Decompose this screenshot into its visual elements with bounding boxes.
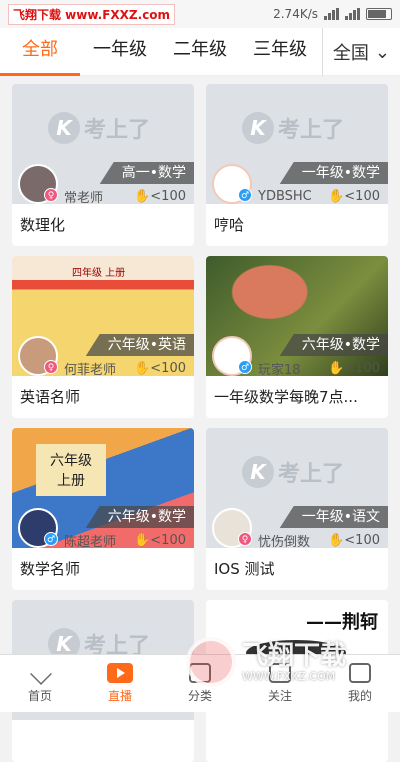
teacher-name: 何菲老师	[64, 362, 117, 378]
card-title: 哼哈	[214, 216, 245, 234]
view-count: ✋<100	[134, 360, 186, 376]
placeholder-logo: K 考上了	[48, 112, 150, 144]
live-card[interactable]: K 考上了 一年级•数学 ♂ YDBSHC ✋<100 哼哈	[206, 84, 388, 246]
view-count: ✋<100	[328, 532, 380, 548]
grade-subject-tag: 六年级•数学	[279, 334, 388, 356]
status-indicators: 2.74K/s	[273, 7, 392, 21]
grade-subject-tag: 一年级•语文	[279, 506, 388, 528]
live-card[interactable]: 四年级 上册 六年级•英语 ♀ 何菲老师 ✋<100 英语名师	[12, 256, 194, 418]
bottom-navigation: 首页 直播 分类 关注 我的	[0, 654, 400, 712]
chevron-down-icon: ⌄	[374, 41, 390, 63]
tab-all[interactable]: 全部	[0, 28, 80, 76]
book-cover-title: 四年级 上册	[72, 268, 126, 279]
signal-icon	[324, 8, 339, 20]
placeholder-logo: K 考上了	[242, 112, 344, 144]
live-card[interactable]: 六年级•数学 ♂ 玩家18 ✋<100 一年级数学每晚7点...	[206, 256, 388, 418]
grade-tabs: 全部 一年级 二年级 三年级 全国 ⌄	[0, 28, 400, 76]
network-speed: 2.74K/s	[273, 7, 318, 21]
profile-icon	[349, 663, 371, 683]
grade-subject-tag: 六年级•英语	[85, 334, 194, 356]
teacher-name: 陈超老师	[64, 534, 117, 550]
follow-icon	[269, 663, 291, 683]
live-card[interactable]: K 考上了 高一•数学 ♀ 常老师 ✋<100 数理化	[12, 84, 194, 246]
placeholder-logo: K 考上了	[242, 456, 344, 488]
view-count: ✋<100	[328, 360, 380, 376]
tab-grade-1[interactable]: 一年级	[80, 28, 160, 76]
view-count: ✋<100	[134, 188, 186, 204]
card-title: 一年级数学每晚7点...	[214, 388, 358, 406]
battery-icon	[366, 8, 392, 20]
grade-subject-tag: 一年级•数学	[279, 162, 388, 184]
home-icon	[29, 663, 51, 683]
category-icon	[189, 663, 211, 683]
tab-grade-2[interactable]: 二年级	[160, 28, 240, 76]
nav-me[interactable]: 我的	[320, 655, 400, 712]
teacher-name: 忧伤倒数	[258, 534, 311, 550]
thumbnail-caption: ——荆轲	[306, 612, 378, 633]
nav-live[interactable]: 直播	[80, 655, 160, 712]
teacher-name: YDBSHC	[258, 188, 312, 204]
book-overlay-text: 六年级 上册	[36, 444, 106, 496]
live-video-icon	[107, 663, 133, 683]
nav-category[interactable]: 分类	[160, 655, 240, 712]
card-title: 数学名师	[20, 560, 81, 578]
nav-home-label: 首页	[27, 689, 52, 703]
teacher-name: 玩家18	[258, 362, 301, 378]
nav-follow[interactable]: 关注	[240, 655, 320, 712]
view-count: ✋<100	[134, 532, 186, 548]
live-card[interactable]: 六年级 上册 六年级•数学 ♂ 陈超老师 ✋<100 数学名师	[12, 428, 194, 590]
tab-grade-3[interactable]: 三年级	[240, 28, 320, 76]
grade-subject-tag: 六年级•数学	[85, 506, 194, 528]
nav-category-label: 分类	[187, 689, 212, 703]
card-title: 英语名师	[20, 388, 81, 406]
card-title: 数理化	[20, 216, 66, 234]
nav-home[interactable]: 首页	[0, 655, 80, 712]
nav-me-label: 我的	[347, 689, 372, 703]
top-watermark: 飞翔下载 www.FXXZ.com	[8, 3, 176, 25]
teacher-name: 常老师	[64, 190, 104, 206]
nav-follow-label: 关注	[267, 689, 292, 703]
view-count: ✋<100	[328, 188, 380, 204]
live-card[interactable]: K 考上了 一年级•语文 ♀ 忧伤倒数 ✋<100 IOS 测试	[206, 428, 388, 590]
region-selector[interactable]: 全国 ⌄	[321, 28, 390, 76]
region-label: 全国	[332, 43, 369, 64]
signal-icon-2	[345, 8, 360, 20]
grade-subject-tag: 高一•数学	[99, 162, 194, 184]
card-title: IOS 测试	[214, 560, 275, 578]
nav-live-label: 直播	[107, 689, 132, 703]
status-bar: 飞翔下载 www.FXXZ.com 2.74K/s	[0, 0, 400, 28]
